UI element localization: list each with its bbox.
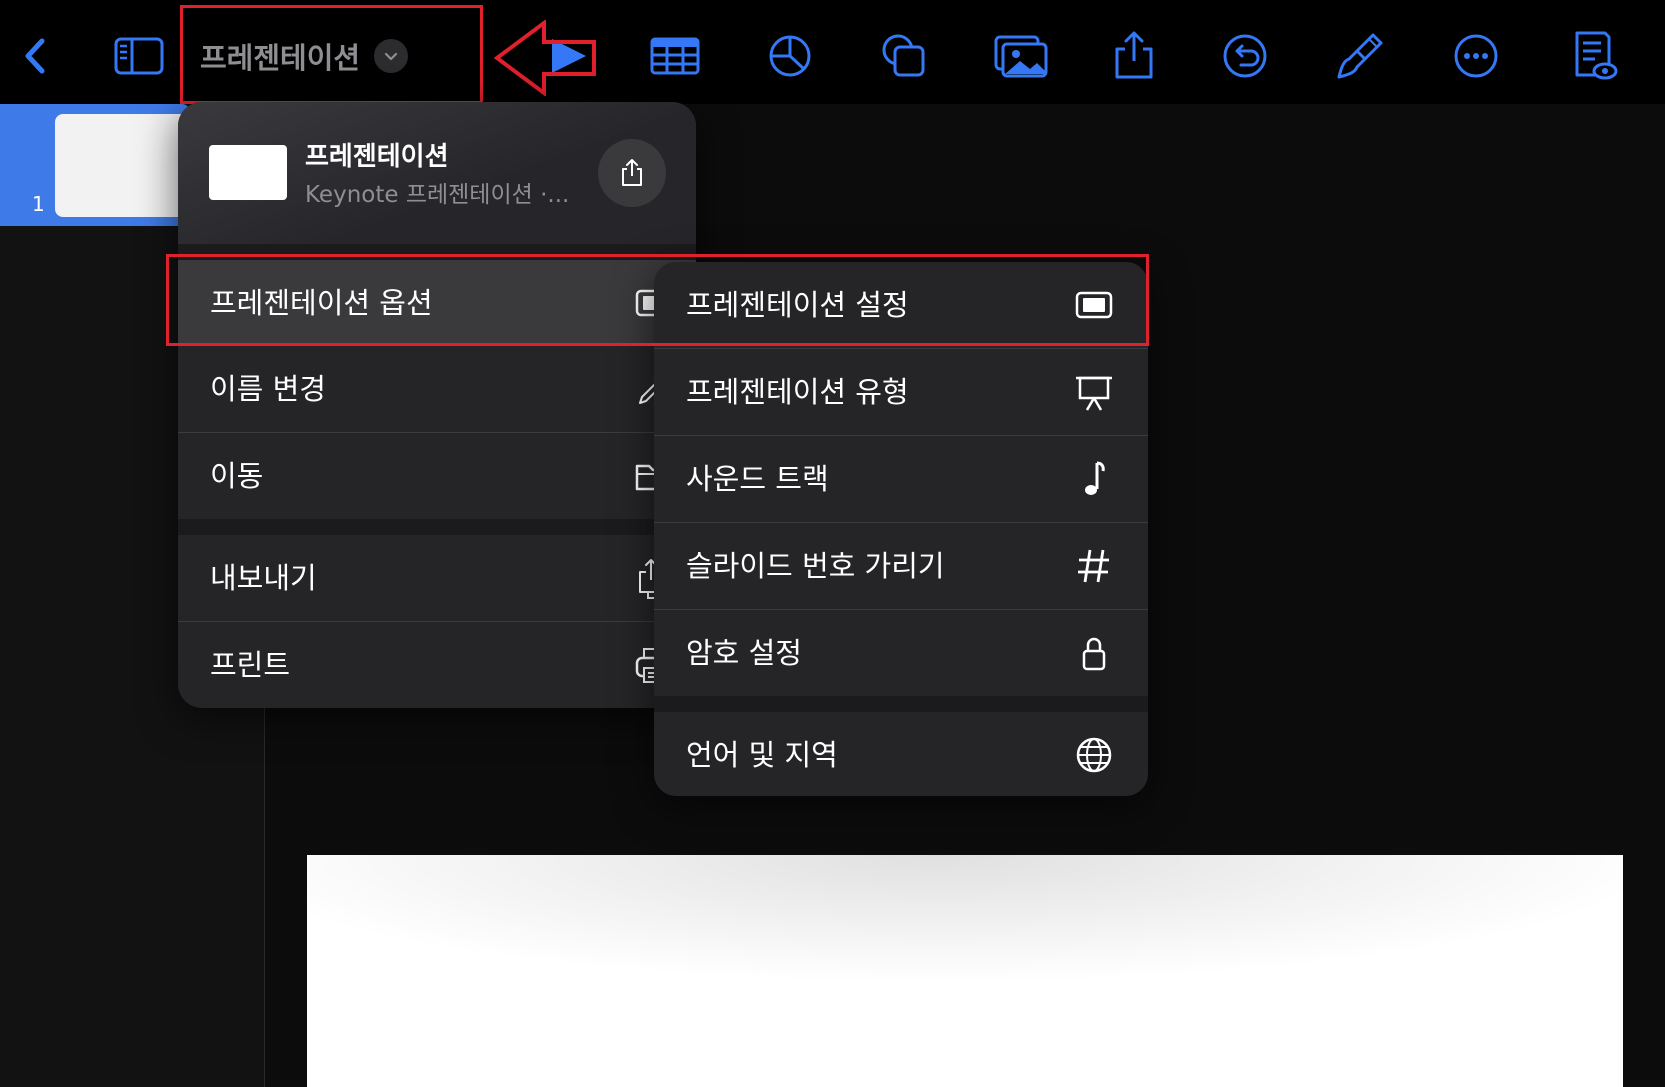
reader-view-icon[interactable] — [1563, 25, 1625, 87]
share-icon — [622, 159, 642, 186]
submenu-item-soundtrack[interactable]: 사운드 트랙 — [654, 436, 1148, 522]
document-name: 프레젠테이션 — [305, 142, 449, 172]
menu-item-label: 프린트 — [210, 648, 291, 682]
submenu-item-label: 언어 및 지역 — [686, 738, 838, 772]
annotation-box-options — [166, 254, 1149, 346]
undo-icon[interactable] — [1214, 25, 1276, 87]
document-subtitle: Keynote 프레젠테이션 ·... — [305, 182, 570, 208]
hash-icon — [1072, 544, 1116, 588]
submenu-item-label: 프레젠테이션 유형 — [686, 375, 909, 409]
shapes-icon[interactable] — [873, 25, 935, 87]
chart-icon[interactable] — [759, 25, 821, 87]
sidebar-icon[interactable] — [108, 25, 170, 87]
menu-item-move[interactable]: 이동 — [178, 433, 696, 519]
document-thumbnail — [209, 145, 287, 200]
slide-number: 1 — [32, 192, 45, 216]
submenu-item-label: 사운드 트랙 — [686, 462, 829, 496]
menu-divider — [178, 519, 696, 535]
submenu-item-language-region[interactable]: 언어 및 지역 — [654, 712, 1148, 796]
format-brush-icon[interactable] — [1329, 25, 1391, 87]
annotation-box-title — [180, 5, 483, 104]
annotation-arrow-icon — [494, 20, 596, 96]
submenu-item-label: 암호 설정 — [686, 636, 802, 670]
menu-item-label: 이름 변경 — [210, 372, 326, 406]
document-menu: 프레젠테이션 Keynote 프레젠테이션 ·... 프레젠테이션 옵션 이름 … — [178, 102, 696, 708]
menu-item-export[interactable]: 내보내기 — [178, 535, 696, 621]
slide-thumbnail[interactable] — [55, 114, 190, 217]
globe-icon — [1072, 733, 1116, 777]
menu-item-print[interactable]: 프린트 — [178, 622, 696, 708]
table-icon[interactable] — [644, 25, 706, 87]
menu-item-rename[interactable]: 이름 변경 — [178, 346, 696, 432]
lock-icon — [1072, 631, 1116, 675]
menu-item-label: 내보내기 — [210, 561, 317, 595]
back-icon[interactable] — [4, 25, 66, 87]
music-note-icon — [1072, 457, 1116, 501]
share-button[interactable] — [598, 139, 666, 207]
menu-header: 프레젠테이션 Keynote 프레젠테이션 ·... — [178, 102, 696, 244]
easel-icon — [1072, 370, 1116, 414]
menu-item-label: 이동 — [210, 459, 264, 493]
submenu-item-presentation-type[interactable]: 프레젠테이션 유형 — [654, 349, 1148, 435]
submenu-divider — [654, 696, 1148, 712]
submenu-item-set-password[interactable]: 암호 설정 — [654, 610, 1148, 696]
media-icon[interactable] — [990, 25, 1052, 87]
submenu-item-hide-slide-numbers[interactable]: 슬라이드 번호 가리기 — [654, 523, 1148, 609]
submenu-item-label: 슬라이드 번호 가리기 — [686, 549, 945, 583]
slide-shadow — [307, 855, 1623, 1087]
share-icon[interactable] — [1103, 25, 1165, 87]
more-icon[interactable] — [1445, 25, 1507, 87]
